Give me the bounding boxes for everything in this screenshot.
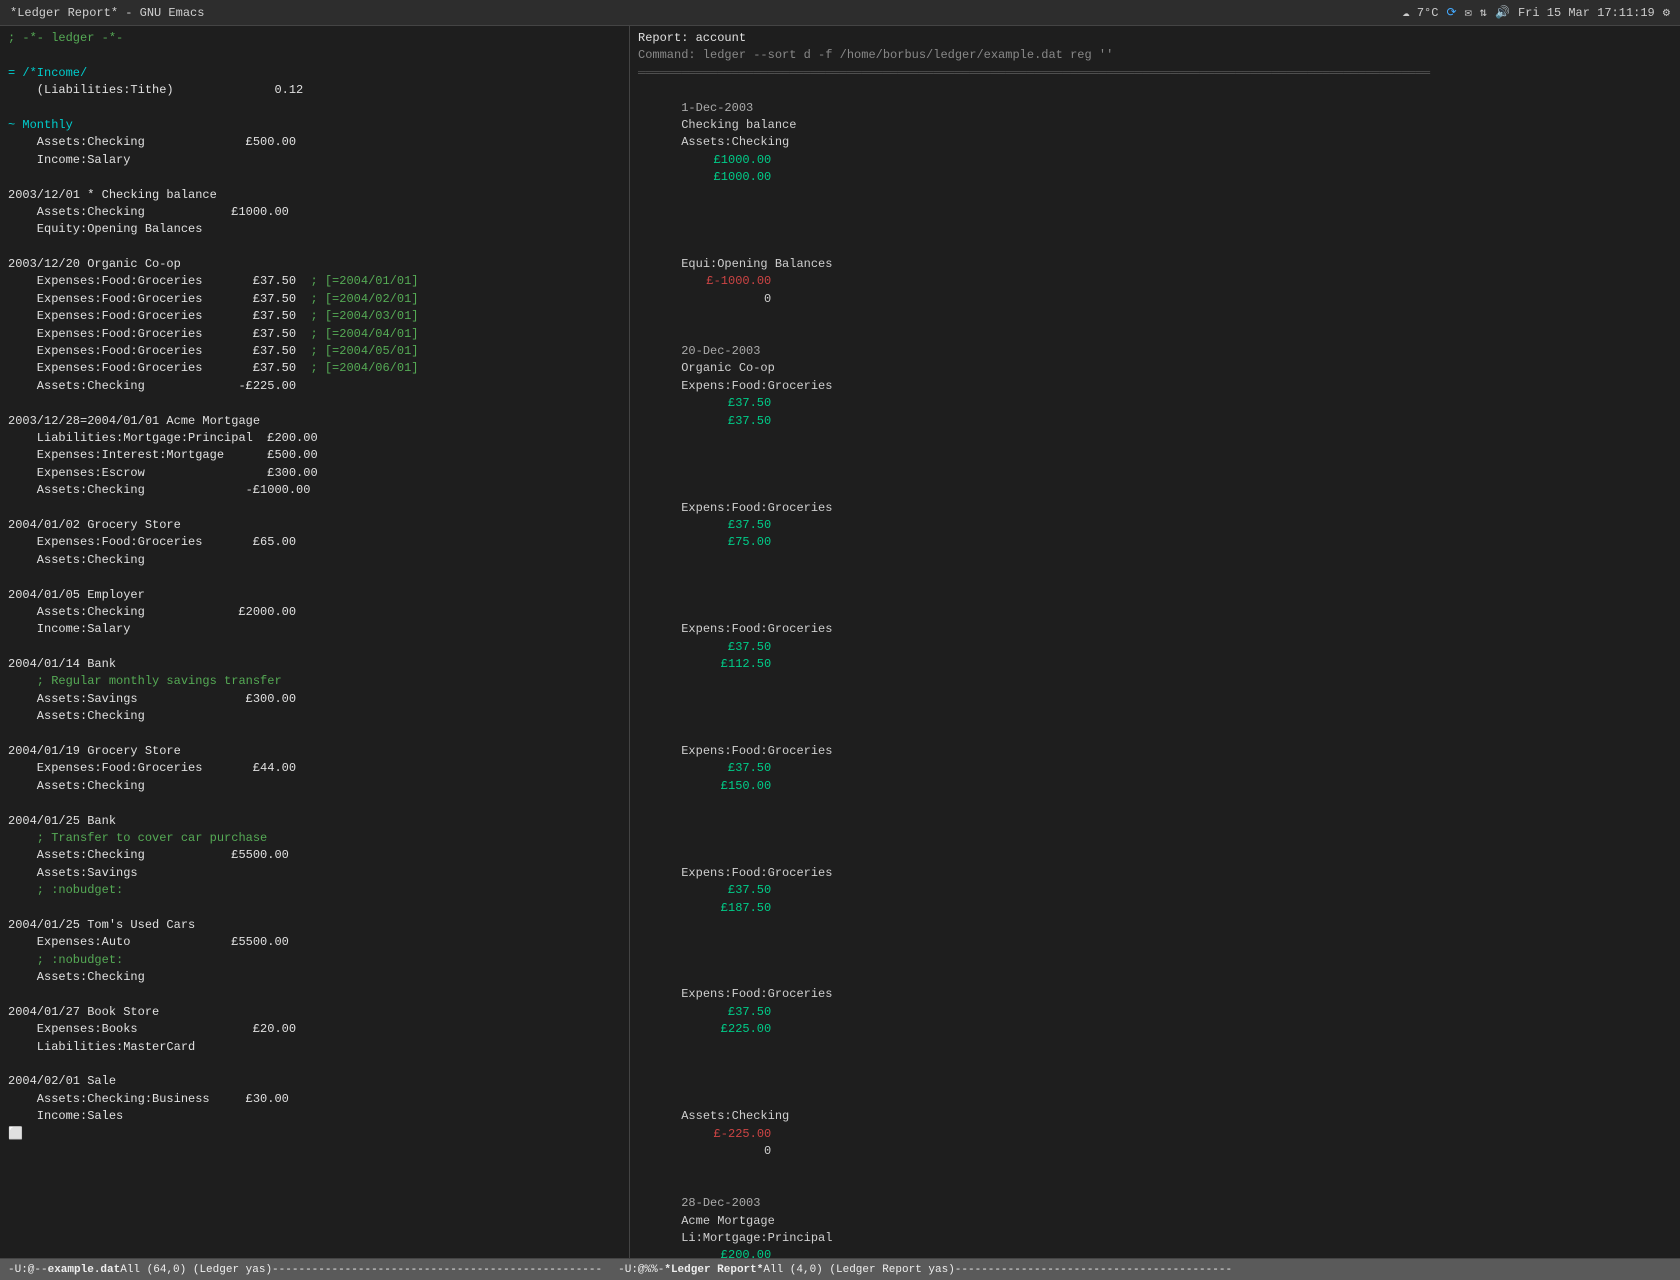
title-bar: *Ledger Report* - GNU Emacs ☁ 7°C ⟳ ✉ ⇅ … <box>0 0 1680 26</box>
line-escrow: Expenses:Escrow £300.00 <box>8 465 621 482</box>
line-blank7 <box>8 569 621 586</box>
report-row-3: 20-Dec-2003 Organic Co-op Expens:Food:Gr… <box>638 326 1672 448</box>
line-groceries-5: Expenses:Food:Groceries £37.50 ; [=2004/… <box>8 343 621 360</box>
line-assets-checking-monthly: Assets:Checking £500.00 <box>8 134 621 151</box>
status-left-info: All (64,0) (Ledger yas)-----------------… <box>120 1264 602 1276</box>
report-header: Report: account <box>638 30 1672 47</box>
line-blank12 <box>8 986 621 1003</box>
line-tithe: (Liabilities:Tithe) 0.12 <box>8 82 621 99</box>
line-checking-balance-date: 2003/12/01 * Checking balance <box>8 187 621 204</box>
line-blank9 <box>8 726 621 743</box>
status-bar: -U:@-- example.dat All (64,0) (Ledger ya… <box>0 1258 1680 1280</box>
line-groceries-3: Expenses:Food:Groceries £37.50 ; [=2004/… <box>8 308 621 325</box>
report-separator: ════════════════════════════════════════… <box>638 65 1672 82</box>
line-checking-225: Assets:Checking -£225.00 <box>8 378 621 395</box>
report-row-1: 1-Dec-2003 Checking balance Assets:Check… <box>638 82 1672 204</box>
line-income-sales: Income:Sales <box>8 1108 621 1125</box>
window-title: *Ledger Report* - GNU Emacs <box>10 6 204 20</box>
line-blank <box>8 47 621 64</box>
line-mastercard: Liabilities:MasterCard <box>8 1039 621 1056</box>
line-sale-feb1: 2004/02/01 Sale <box>8 1073 621 1090</box>
line-checking-minus1000: Assets:Checking -£1000.00 <box>8 482 621 499</box>
main-content: ; -*- ledger -*- = /*Income/ (Liabilitie… <box>0 26 1680 1258</box>
line-grocery-store-jan2: 2004/01/02 Grocery Store <box>8 517 621 534</box>
line-toms-cars-jan25: 2004/01/25 Tom's Used Cars <box>8 917 621 934</box>
line-assets-checking-grocery: Assets:Checking <box>8 552 621 569</box>
line-employer-jan5: 2004/01/05 Employer <box>8 587 621 604</box>
line-blank10 <box>8 795 621 812</box>
status-right: -U:@%%- *Ledger Report* All (4,0) (Ledge… <box>610 1259 1680 1280</box>
line-bank-jan14: 2004/01/14 Bank <box>8 656 621 673</box>
line-grocery-jan19: 2004/01/19 Grocery Store <box>8 743 621 760</box>
line-savings-300: Assets:Savings £300.00 <box>8 691 621 708</box>
line-checking-savings: Assets:Checking <box>8 708 621 725</box>
line-income-rule: = /*Income/ <box>8 65 621 82</box>
line-checking-1000: Assets:Checking £1000.00 <box>8 204 621 221</box>
line-checking-grocery19: Assets:Checking <box>8 778 621 795</box>
line-blank11 <box>8 900 621 917</box>
line-checking-2000: Assets:Checking £2000.00 <box>8 604 621 621</box>
line-blank3 <box>8 169 621 186</box>
line-equity-opening: Equity:Opening Balances <box>8 221 621 238</box>
status-right-mode: -U:@%%- <box>618 1264 664 1276</box>
line-groceries-65: Expenses:Food:Groceries £65.00 <box>8 534 621 551</box>
line-nobudget2: ; :nobudget: <box>8 952 621 969</box>
title-bar-right: ☁ 7°C ⟳ ✉ ⇅ 🔊 Fri 15 Mar 17:11:19 ⚙ <box>1402 5 1670 20</box>
line-assets-savings: Assets:Savings <box>8 865 621 882</box>
line-checking-business: Assets:Checking:Business £30.00 <box>8 1091 621 1108</box>
line-bookstore-jan27: 2004/01/27 Book Store <box>8 1004 621 1021</box>
status-left-filename: example.dat <box>48 1264 121 1276</box>
line-blank4 <box>8 239 621 256</box>
line-groceries-44: Expenses:Food:Groceries £44.00 <box>8 760 621 777</box>
weather-info: ☁ 7°C <box>1402 5 1438 20</box>
line-income-salary-monthly: Income:Salary <box>8 152 621 169</box>
right-pane[interactable]: Report: account Command: ledger --sort d… <box>630 26 1680 1258</box>
report-row-5: Expens:Food:Groceries £37.50 £112.50 <box>638 569 1672 691</box>
refresh-icon[interactable]: ⟳ <box>1446 5 1456 20</box>
status-left: -U:@-- example.dat All (64,0) (Ledger ya… <box>0 1259 610 1280</box>
line-income-salary: Income:Salary <box>8 621 621 638</box>
line-nobudget1: ; :nobudget: <box>8 882 621 899</box>
status-right-filename: *Ledger Report* <box>664 1264 763 1276</box>
line-cursor: ⬜ <box>8 1126 621 1143</box>
line-groceries-1: Expenses:Food:Groceries £37.50 ; [=2004/… <box>8 273 621 290</box>
line-bank-jan25: 2004/01/25 Bank <box>8 813 621 830</box>
line-auto-5500: Expenses:Auto £5500.00 <box>8 934 621 951</box>
line-books-20: Expenses:Books £20.00 <box>8 1021 621 1038</box>
volume-icon[interactable]: 🔊 <box>1495 5 1510 20</box>
line-organic-coop-date: 2003/12/20 Organic Co-op <box>8 256 621 273</box>
line-blank8 <box>8 639 621 656</box>
line-car-comment: ; Transfer to cover car purchase <box>8 830 621 847</box>
report-row-9: Assets:Checking £-225.00 0 <box>638 1056 1672 1178</box>
report-command: Command: ledger --sort d -f /home/borbus… <box>638 47 1672 64</box>
clock: Fri 15 Mar 17:11:19 <box>1518 6 1655 20</box>
report-row-4: Expens:Food:Groceries £37.50 £75.00 <box>638 447 1672 569</box>
line-groceries-4: Expenses:Food:Groceries £37.50 ; [=2004/… <box>8 326 621 343</box>
line-groceries-2: Expenses:Food:Groceries £37.50 ; [=2004/… <box>8 291 621 308</box>
line-interest-mortgage: Expenses:Interest:Mortgage £500.00 <box>8 447 621 464</box>
settings-icon[interactable]: ⚙ <box>1663 5 1670 20</box>
line-acme-mortgage-date: 2003/12/28=2004/01/01 Acme Mortgage <box>8 413 621 430</box>
line-mortgage-principal: Liabilities:Mortgage:Principal £200.00 <box>8 430 621 447</box>
line-blank5 <box>8 395 621 412</box>
line-blank6 <box>8 500 621 517</box>
line-savings-comment: ; Regular monthly savings transfer <box>8 673 621 690</box>
status-right-info: All (4,0) (Ledger Report yas)-----------… <box>763 1264 1232 1276</box>
report-row-10: 28-Dec-2003 Acme Mortgage Li:Mortgage:Pr… <box>638 1178 1672 1258</box>
line-checking-5500: Assets:Checking £5500.00 <box>8 847 621 864</box>
network-icon[interactable]: ⇅ <box>1480 5 1487 20</box>
report-row-2: Equi:Opening Balances £-1000.00 0 <box>638 204 1672 326</box>
line-groceries-6: Expenses:Food:Groceries £37.50 ; [=2004/… <box>8 360 621 377</box>
status-left-mode: -U:@-- <box>8 1264 48 1276</box>
line-blank2 <box>8 100 621 117</box>
line-monthly: ~ Monthly <box>8 117 621 134</box>
report-row-8: Expens:Food:Groceries £37.50 £225.00 <box>638 934 1672 1056</box>
email-icon[interactable]: ✉ <box>1465 5 1472 20</box>
report-row-7: Expens:Food:Groceries £37.50 £187.50 <box>638 813 1672 935</box>
left-pane[interactable]: ; -*- ledger -*- = /*Income/ (Liabilitie… <box>0 26 630 1258</box>
report-row-6: Expens:Food:Groceries £37.50 £150.00 <box>638 691 1672 813</box>
line-checking-auto: Assets:Checking <box>8 969 621 986</box>
line-ledger-comment: ; -*- ledger -*- <box>8 30 621 47</box>
line-blank13 <box>8 1056 621 1073</box>
